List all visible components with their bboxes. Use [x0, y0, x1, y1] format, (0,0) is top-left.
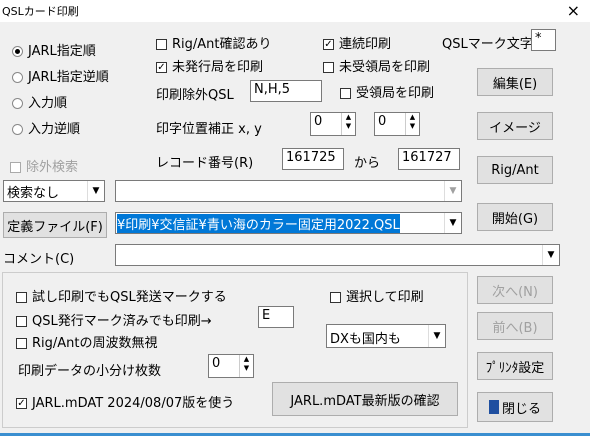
def-file-value: ¥印刷¥交信証¥青い海のカラー固定用2022.QSL: [117, 214, 400, 233]
printer-settings-button[interactable]: ﾌﾟﾘﾝﾀ設定: [477, 352, 553, 380]
checkbox-box: ✓: [156, 62, 167, 73]
chevron-down-icon: ▼: [444, 213, 461, 233]
def-file-button[interactable]: 定義ファイル(F): [3, 212, 107, 238]
checkbox-box: [323, 62, 334, 73]
dx-combo-value: DXも国内も: [330, 332, 401, 347]
chevron-down-icon: ▼: [428, 325, 445, 347]
title-bar: QSLカード印刷 ×: [0, 0, 590, 22]
rig-ant-confirm-checkbox[interactable]: Rig/Ant確認あり: [156, 33, 272, 52]
radio-input-reverse[interactable]: 入力逆順: [12, 118, 80, 137]
checkbox-label: 連続印刷: [339, 37, 392, 52]
jarl-mdat-check-button[interactable]: JARL.mDAT最新版の確認: [272, 382, 458, 416]
comment-combo[interactable]: ▼: [115, 244, 560, 266]
unissued-print-checkbox[interactable]: ✓ 未発行局を印刷: [156, 56, 263, 75]
close-icon[interactable]: ×: [567, 0, 580, 22]
checkbox-label: 選択して印刷: [346, 290, 424, 305]
checkbox-box: [16, 338, 27, 349]
next-button[interactable]: 次へ(N): [477, 276, 553, 304]
pos-x-value: 0: [314, 114, 323, 129]
radio-label: JARL指定逆順: [28, 70, 109, 85]
rig-ant-button[interactable]: Rig/Ant: [477, 156, 553, 184]
close-button[interactable]: 閉じる: [477, 392, 553, 422]
ignore-freq-checkbox[interactable]: Rig/Antの周波数無視: [16, 332, 158, 351]
chevron-down-icon: ▼: [87, 181, 104, 201]
record-to-label: から: [354, 156, 381, 171]
radio-jarl-reverse[interactable]: JARL指定逆順: [12, 66, 109, 85]
search-combo[interactable]: 検索なし ▼: [3, 180, 105, 202]
checkbox-label: Rig/Antの周波数無視: [32, 336, 158, 351]
prev-button[interactable]: 前へ(B): [477, 312, 553, 340]
close-button-label: 閉じる: [501, 401, 541, 417]
qsl-mark-label: QSLマーク文字: [442, 37, 533, 52]
radio-dot: [12, 46, 23, 57]
split-count-spinner[interactable]: ▲ ▼: [239, 355, 253, 377]
checkbox-label: QSL発行マーク済みでも印刷→: [32, 314, 212, 329]
select-print-checkbox[interactable]: 選択して印刷: [330, 286, 424, 305]
dx-combo[interactable]: DXも国内も ▼: [326, 324, 446, 348]
checkbox-label: 未受領局を印刷: [339, 60, 431, 75]
pos-y-value: 0: [378, 114, 387, 129]
chevron-down-icon: ▼: [444, 181, 461, 201]
split-count-value: 0: [212, 356, 221, 371]
image-button[interactable]: イメージ: [477, 112, 553, 140]
radio-dot: [12, 98, 23, 109]
continuous-print-checkbox[interactable]: ✓ 連続印刷: [323, 33, 391, 52]
qsl-mark-input[interactable]: *: [531, 29, 556, 51]
radio-label: 入力逆順: [28, 122, 81, 137]
pos-y-spinner[interactable]: ▲ ▼: [405, 113, 419, 135]
checkbox-label: JARL.mDAT 2024/08/07版を使う: [32, 396, 235, 411]
checkbox-box: [16, 316, 27, 327]
checkbox-label: 試し印刷でもQSL発送マークする: [32, 290, 227, 305]
checkbox-box: [330, 292, 341, 303]
radio-jarl-order[interactable]: JARL指定順: [12, 40, 96, 59]
qsl-print-window: QSLカード印刷 × JARL指定順 JARL指定逆順 入力順 入力逆順 Rig…: [0, 0, 590, 436]
radio-dot: [12, 124, 23, 135]
record-number-label: レコード番号(R): [156, 156, 254, 171]
checkbox-box: ✓: [323, 39, 334, 50]
pos-x-spinner[interactable]: ▲ ▼: [341, 113, 355, 135]
position-label: 印字位置補正 x, y: [156, 122, 262, 137]
edit-button[interactable]: 編集(E): [477, 68, 553, 96]
radio-label: JARL指定順: [28, 44, 96, 59]
test-print-checkbox[interactable]: 試し印刷でもQSL発送マークする: [16, 286, 227, 305]
received-print-checkbox[interactable]: 受領局を印刷: [340, 82, 434, 101]
radio-dot: [12, 72, 23, 83]
record-from-input[interactable]: 161725: [282, 148, 344, 170]
checkbox-box: [16, 292, 27, 303]
checkbox-box: [156, 39, 167, 50]
checkbox-label: Rig/Ant確認あり: [172, 37, 272, 52]
comment-label: コメント(C): [3, 252, 75, 267]
chevron-down-icon: ▼: [542, 245, 559, 265]
search-combo-value: 検索なし: [7, 186, 60, 201]
unreceived-print-checkbox[interactable]: 未受領局を印刷: [323, 56, 430, 75]
split-count-label: 印刷データの小分け枚数: [18, 364, 162, 379]
exclude-qsl-input[interactable]: N,H,5: [250, 80, 322, 102]
search-text-combo[interactable]: ▼: [115, 180, 462, 202]
door-icon: [488, 400, 499, 414]
start-button[interactable]: 開始(G): [477, 203, 553, 231]
checkbox-label: 除外検索: [26, 160, 79, 175]
exclude-qsl-label: 印刷除外QSL: [156, 88, 234, 103]
exclude-search-checkbox: 除外検索: [10, 156, 78, 175]
record-to-input[interactable]: 161727: [398, 148, 460, 170]
issued-mark-checkbox[interactable]: QSL発行マーク済みでも印刷→: [16, 310, 212, 329]
checkbox-label: 受領局を印刷: [356, 86, 435, 101]
radio-label: 入力順: [28, 96, 68, 111]
window-title: QSLカード印刷: [2, 5, 79, 18]
radio-input-order[interactable]: 入力順: [12, 92, 67, 111]
def-file-combo[interactable]: ¥印刷¥交信証¥青い海のカラー固定用2022.QSL ▼: [115, 212, 462, 234]
checkbox-box: [340, 88, 351, 99]
checkbox-box: ✓: [16, 398, 27, 409]
checkbox-box: [10, 162, 21, 173]
issued-mark-input[interactable]: E: [258, 306, 294, 328]
jarl-mdat-checkbox[interactable]: ✓ JARL.mDAT 2024/08/07版を使う: [16, 392, 234, 411]
checkbox-label: 未発行局を印刷: [172, 60, 264, 75]
